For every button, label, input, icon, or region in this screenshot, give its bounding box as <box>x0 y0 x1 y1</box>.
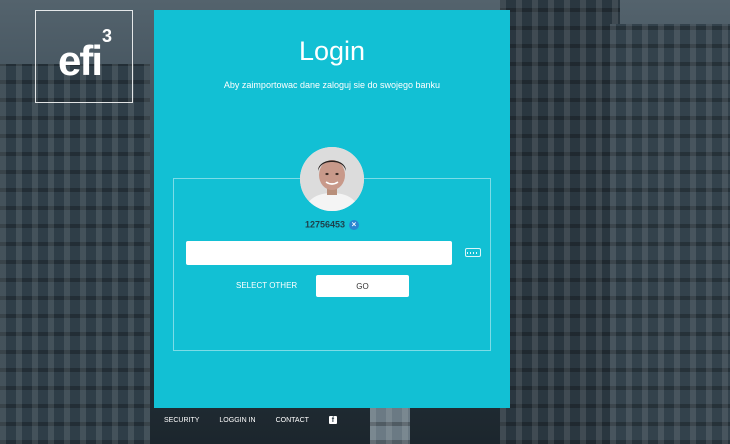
password-input[interactable] <box>186 241 452 265</box>
keyboard-icon[interactable] <box>465 248 481 257</box>
building-right-2 <box>610 24 730 444</box>
footer-nav: SECURITY LOGGIN IN CONTACT f <box>164 416 337 424</box>
page-title: Login <box>298 36 366 66</box>
avatar <box>300 147 364 211</box>
facebook-icon[interactable]: f <box>328 416 337 424</box>
building-right-1 <box>500 0 620 444</box>
footer-link-loggin-in[interactable]: LOGGIN IN <box>219 417 255 424</box>
go-button[interactable]: GO <box>316 275 409 297</box>
logo-text: efi3 <box>57 25 112 84</box>
footer-link-security[interactable]: SECURITY <box>164 417 199 424</box>
building-center <box>370 404 410 444</box>
login-subtitle: Aby zaimportowac dane zaloguj sie do swo… <box>223 80 441 90</box>
building-left <box>0 64 150 444</box>
username-text: 12756453 <box>304 219 346 230</box>
account-username: 12756453 × <box>154 219 510 230</box>
footer-link-contact[interactable]: CONTACT <box>276 417 309 424</box>
login-panel: Login Aby zaimportowac dane zaloguj sie … <box>154 10 510 408</box>
close-icon[interactable]: × <box>349 219 360 230</box>
user-photo-icon <box>300 147 364 211</box>
select-other-link[interactable]: SELECT OTHER <box>236 281 297 290</box>
efi-logo[interactable]: efi3 <box>35 10 133 103</box>
